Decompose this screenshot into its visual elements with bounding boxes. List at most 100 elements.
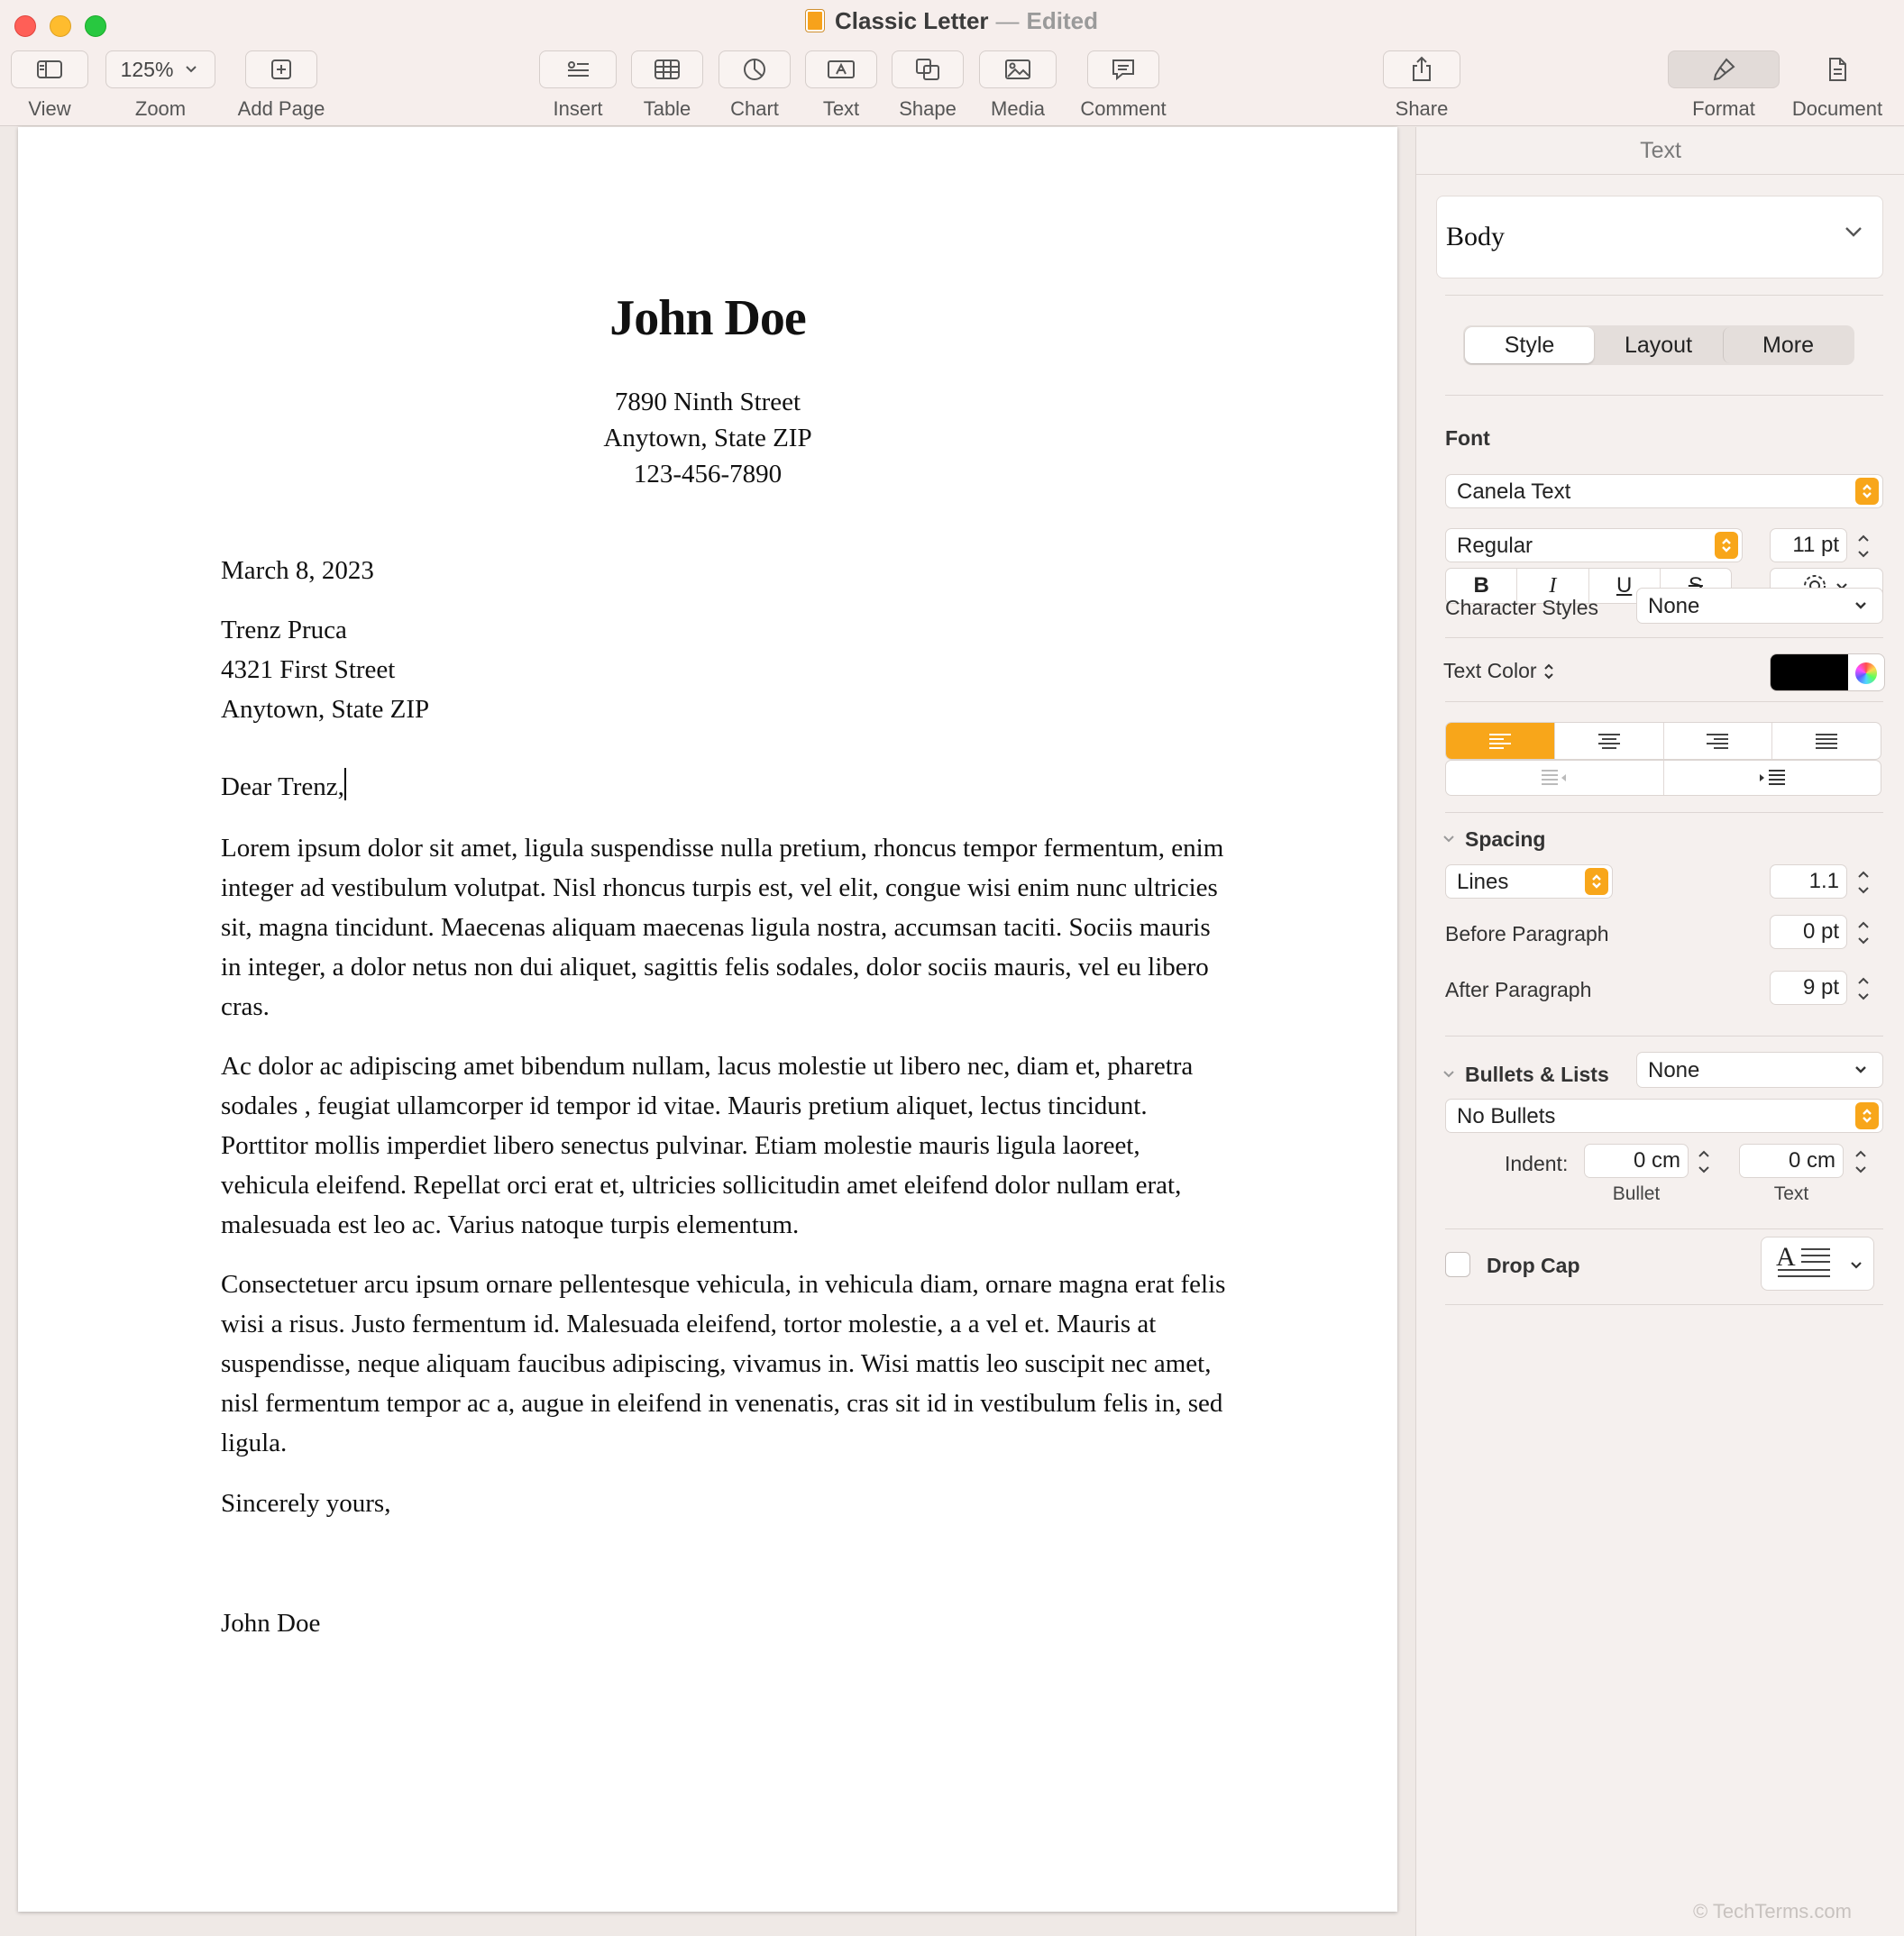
line-spacing-field[interactable]: 1.1 <box>1770 864 1847 899</box>
document-canvas[interactable]: John Doe 7890 Ninth Street Anytown, Stat… <box>0 127 1415 1936</box>
drop-cap-checkbox[interactable] <box>1445 1252 1470 1277</box>
share-button[interactable] <box>1383 50 1460 88</box>
letter-date[interactable]: March 8, 2023 <box>221 551 1231 590</box>
list-style-popup[interactable]: None <box>1636 1052 1883 1088</box>
divider <box>1445 1228 1883 1229</box>
stepper-icon <box>1858 921 1869 945</box>
bullets-section-header[interactable]: Bullets & Lists <box>1442 1061 1609 1087</box>
text-color-label[interactable]: Text Color <box>1443 659 1555 683</box>
document-page[interactable]: John Doe 7890 Ninth Street Anytown, Stat… <box>18 127 1397 1912</box>
media-toolbar-item[interactable]: Media <box>979 50 1057 121</box>
signature-name[interactable]: John Doe <box>221 1603 1231 1643</box>
before-paragraph-stepper[interactable] <box>1854 915 1873 951</box>
format-label: Format <box>1692 97 1755 120</box>
chart-label: Chart <box>730 97 779 120</box>
shape-button[interactable] <box>892 50 964 88</box>
chevron-down-icon <box>186 66 197 73</box>
media-button[interactable] <box>979 50 1057 88</box>
zoom-label: Zoom <box>134 97 187 120</box>
font-typeface-popup[interactable]: Regular <box>1445 528 1743 562</box>
chart-button[interactable] <box>719 50 791 88</box>
zoom-toolbar-item[interactable]: 125% Zoom <box>105 50 215 121</box>
increase-indent-button[interactable] <box>1662 761 1881 795</box>
shape-toolbar-item[interactable]: Shape <box>892 50 964 121</box>
tab-style[interactable]: Style <box>1465 327 1594 363</box>
recipient-address[interactable]: Trenz Pruca 4321 First Street Anytown, S… <box>221 610 1231 729</box>
align-left-button[interactable] <box>1446 723 1554 759</box>
before-paragraph-field[interactable]: 0 pt <box>1770 915 1847 949</box>
after-paragraph-field[interactable]: 9 pt <box>1770 971 1847 1005</box>
table-button[interactable] <box>631 50 703 88</box>
comment-label: Comment <box>1080 97 1167 120</box>
font-typeface-value: Regular <box>1457 534 1533 558</box>
comment-toolbar-item[interactable]: Comment <box>1078 50 1168 121</box>
comment-button[interactable] <box>1087 50 1159 88</box>
align-center-icon <box>1597 734 1620 749</box>
add-page-button[interactable] <box>245 50 317 88</box>
text-color-swatch[interactable] <box>1771 654 1848 690</box>
inspector-tabs: Style Layout More <box>1463 325 1854 365</box>
title-separator: — <box>995 7 1020 34</box>
bullet-indent-stepper[interactable] <box>1694 1144 1714 1180</box>
format-button[interactable] <box>1668 50 1780 88</box>
add-page-toolbar-item[interactable]: Add Page <box>236 50 326 121</box>
zoom-popup[interactable]: 125% <box>105 50 215 88</box>
paragraph-style-popup[interactable]: Body <box>1436 196 1883 279</box>
sender-address[interactable]: 7890 Ninth Street Anytown, State ZIP 123… <box>18 384 1397 492</box>
tab-layout[interactable]: Layout <box>1594 327 1723 363</box>
chevron-down-icon <box>1845 227 1862 237</box>
chevron-down-icon <box>1855 602 1866 609</box>
after-paragraph-stepper[interactable] <box>1854 971 1873 1007</box>
line-spacing-stepper[interactable] <box>1854 864 1873 900</box>
divider <box>1445 1304 1883 1305</box>
view-toolbar-item[interactable]: View <box>11 50 88 121</box>
chart-toolbar-item[interactable]: Chart <box>719 50 791 121</box>
share-label: Share <box>1395 97 1449 120</box>
bullet-indent-field[interactable]: 0 cm <box>1584 1144 1689 1178</box>
font-size-field[interactable]: 11 pt <box>1770 528 1847 562</box>
align-right-button[interactable] <box>1662 723 1772 759</box>
body-paragraph[interactable]: Lorem ipsum dolor sit amet, ligula suspe… <box>221 828 1231 1027</box>
drop-cap-style-popup[interactable]: A <box>1761 1237 1874 1291</box>
tab-more[interactable]: More <box>1723 327 1853 363</box>
decrease-indent-button[interactable] <box>1446 761 1663 795</box>
view-button[interactable] <box>11 50 88 88</box>
list-style-value: None <box>1648 1058 1700 1082</box>
insert-toolbar-item[interactable]: Insert <box>539 50 617 121</box>
paragraph-style-value: Body <box>1446 222 1506 251</box>
disclosure-chevron-icon <box>1442 1061 1456 1085</box>
text-indent-stepper[interactable] <box>1851 1144 1871 1180</box>
align-center-button[interactable] <box>1553 723 1663 759</box>
character-styles-popup[interactable]: None <box>1636 588 1883 624</box>
font-family-popup[interactable]: Canela Text <box>1445 474 1883 508</box>
justify-button[interactable] <box>1771 723 1881 759</box>
text-indent-field[interactable]: 0 cm <box>1739 1144 1844 1178</box>
drop-cap-label: Drop Cap <box>1487 1254 1580 1277</box>
closing[interactable]: Sincerely yours, <box>221 1484 1231 1523</box>
body-paragraph[interactable]: Consectetuer arcu ipsum ornare pellentes… <box>221 1265 1231 1463</box>
insert-button[interactable] <box>539 50 617 88</box>
add-page-label: Add Page <box>237 97 325 120</box>
sender-name[interactable]: John Doe <box>18 289 1397 347</box>
format-toolbar-item[interactable]: Format <box>1668 50 1780 121</box>
zoom-value: 125% <box>120 57 174 81</box>
spacing-section-header[interactable]: Spacing <box>1442 826 1545 852</box>
stepper-icon <box>1858 871 1869 894</box>
text-box-button[interactable] <box>805 50 877 88</box>
font-size-stepper[interactable] <box>1854 528 1873 564</box>
table-toolbar-item[interactable]: Table <box>631 50 703 121</box>
body-paragraph[interactable]: Ac dolor ac adipiscing amet bibendum nul… <box>221 1046 1231 1245</box>
divider <box>1445 701 1883 702</box>
text-toolbar-item[interactable]: Text <box>805 50 877 121</box>
sender-city: Anytown, State ZIP <box>603 424 812 452</box>
font-family-value: Canela Text <box>1457 479 1571 504</box>
line-spacing-mode-popup[interactable]: Lines <box>1445 864 1613 899</box>
text-color-well[interactable] <box>1770 653 1885 691</box>
spacing-title: Spacing <box>1465 827 1546 851</box>
document-button[interactable] <box>1781 50 1893 88</box>
salutation-line[interactable]: Dear Trenz, <box>221 767 1231 807</box>
share-toolbar-item[interactable]: Share <box>1383 50 1460 121</box>
document-toolbar-item[interactable]: Document <box>1781 50 1893 121</box>
bullet-type-popup[interactable]: No Bullets <box>1445 1099 1883 1133</box>
color-wheel-icon[interactable] <box>1855 662 1877 684</box>
